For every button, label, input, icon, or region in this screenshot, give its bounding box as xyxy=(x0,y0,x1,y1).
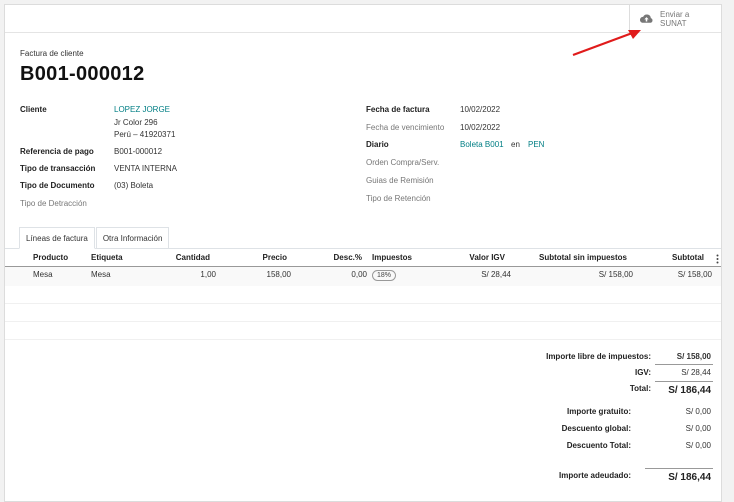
cell-producto: Mesa xyxy=(33,270,53,279)
document-type: Factura de cliente xyxy=(20,49,84,58)
igv-label: IGV: xyxy=(634,368,651,377)
adeudado-separator xyxy=(645,468,713,469)
importe-gratuito-value: S/ 0,00 xyxy=(685,407,711,416)
annotation-arrow-icon xyxy=(572,30,641,57)
tipo-transaccion-field[interactable]: VENTA INTERNA xyxy=(114,164,177,173)
empty-row xyxy=(5,322,721,340)
cell-valor-igv: S/ 28,44 xyxy=(481,270,511,279)
tab-lineas-factura[interactable]: Líneas de factura xyxy=(19,227,95,249)
igv-value: S/ 28,44 xyxy=(681,368,711,377)
diario-link[interactable]: Boleta B001 xyxy=(460,140,504,149)
fecha-vencimiento-field[interactable]: 10/02/2022 xyxy=(460,123,500,132)
cliente-address-line2: Perú – 41920371 xyxy=(114,130,176,139)
guias-remision-label: Guias de Remisión xyxy=(366,176,434,185)
currency-link[interactable]: PEN xyxy=(528,140,544,149)
orden-compra-label: Orden Compra/Serv. xyxy=(366,158,440,167)
invoice-form: Enviar a SUNAT Factura de cliente B001-0… xyxy=(4,4,722,502)
fecha-factura-label: Fecha de factura xyxy=(366,105,430,114)
tax-badge: 18% xyxy=(372,270,397,281)
ref-pago-field[interactable]: B001-000012 xyxy=(114,147,162,156)
col-cantidad[interactable]: Cantidad xyxy=(160,253,210,262)
cloud-upload-icon xyxy=(639,14,653,23)
total-label: Total: xyxy=(629,384,651,393)
empty-row xyxy=(5,286,721,304)
cell-desc: 0,00 xyxy=(351,270,367,279)
tipo-retencion-label: Tipo de Retención xyxy=(366,194,431,203)
tipo-transaccion-label: Tipo de transacción xyxy=(20,164,96,173)
descuento-total-label: Descuento Total: xyxy=(566,441,631,450)
col-subtotal-sin-impuestos[interactable]: Subtotal sin impuestos xyxy=(519,253,627,262)
invoice-number: B001-000012 xyxy=(20,63,145,85)
tipo-documento-field[interactable]: (03) Boleta xyxy=(114,181,153,190)
send-sunat-label: Enviar a SUNAT xyxy=(660,10,690,28)
importe-gratuito-label: Importe gratuito: xyxy=(567,407,631,416)
cell-subtotal-sin: S/ 158,00 xyxy=(598,270,633,279)
descuento-global-value: S/ 0,00 xyxy=(685,424,711,433)
empty-row xyxy=(5,304,721,322)
tipo-detraccion-label: Tipo de Detracción xyxy=(20,199,87,208)
importe-adeudado-label: Importe adeudado: xyxy=(558,471,631,480)
diario-en-text: en xyxy=(511,140,520,149)
cell-subtotal: S/ 158,00 xyxy=(677,270,712,279)
col-valor-igv[interactable]: Valor IGV xyxy=(450,253,505,262)
ref-pago-label: Referencia de pago xyxy=(20,147,94,156)
importe-adeudado-value: S/ 186,44 xyxy=(668,472,711,483)
tab-otra-informacion[interactable]: Otra Información xyxy=(95,227,170,249)
total-separator xyxy=(655,381,713,382)
totals-separator xyxy=(655,364,713,365)
col-subtotal[interactable]: Subtotal xyxy=(650,253,704,262)
col-producto[interactable]: Producto xyxy=(33,253,68,262)
col-impuestos[interactable]: Impuestos xyxy=(372,253,412,262)
col-etiqueta[interactable]: Etiqueta xyxy=(91,253,123,262)
descuento-total-value: S/ 0,00 xyxy=(685,441,711,450)
cliente-address-line1: Jr Color 296 xyxy=(114,118,158,127)
notebook-tabs: Líneas de factura Otra Información xyxy=(19,227,170,249)
cell-precio: 158,00 xyxy=(266,270,291,279)
col-desc[interactable]: Desc.% xyxy=(317,253,362,262)
tipo-documento-label: Tipo de Documento xyxy=(20,181,95,190)
cliente-link[interactable]: LOPEZ JORGE xyxy=(114,105,170,114)
col-precio[interactable]: Precio xyxy=(237,253,287,262)
cliente-label: Cliente xyxy=(20,105,47,114)
importe-libre-label: Importe libre de impuestos: xyxy=(546,352,651,361)
total-value: S/ 186,44 xyxy=(668,385,711,396)
optional-columns-icon[interactable] xyxy=(716,254,719,264)
descuento-global-label: Descuento global: xyxy=(561,424,631,433)
fecha-vencimiento-label: Fecha de vencimiento xyxy=(366,123,445,132)
diario-label: Diario xyxy=(366,140,389,149)
cell-etiqueta: Mesa xyxy=(91,270,111,279)
cell-cantidad: 1,00 xyxy=(200,270,216,279)
importe-libre-value: S/ 158,00 xyxy=(676,352,711,361)
fecha-factura-field[interactable]: 10/02/2022 xyxy=(460,105,500,114)
